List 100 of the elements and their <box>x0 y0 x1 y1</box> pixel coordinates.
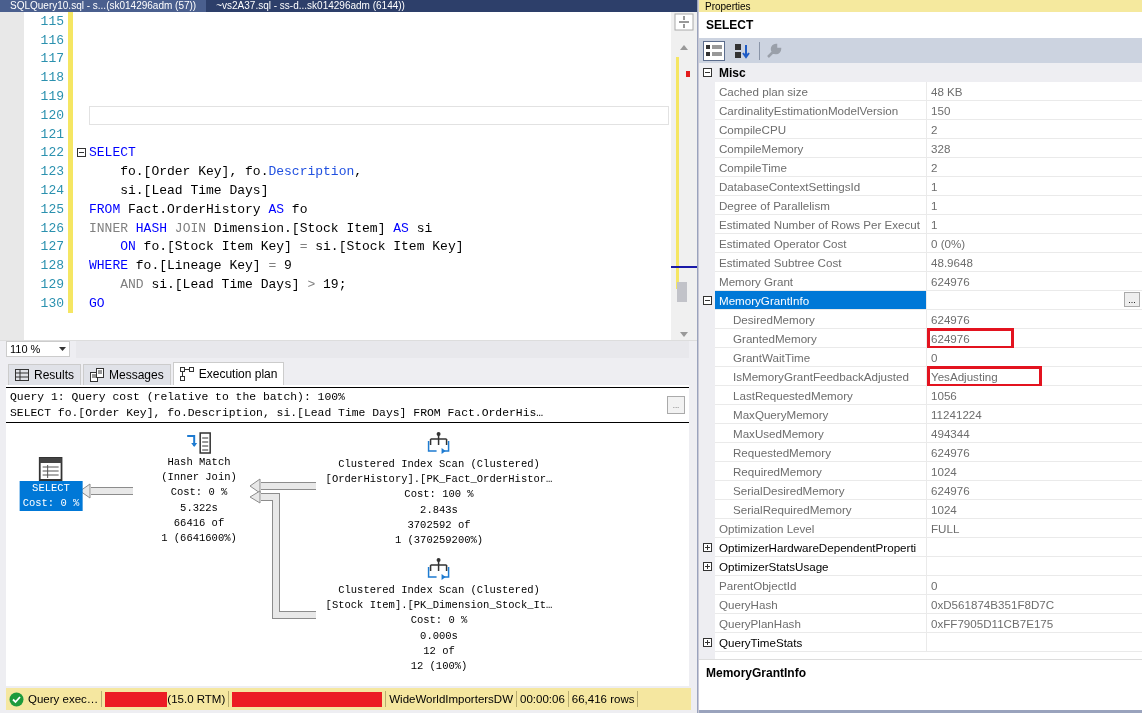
property-name: CompileCPU <box>715 120 927 139</box>
redaction-bar <box>105 691 168 707</box>
status-text: 66,416 rows <box>571 693 635 705</box>
document-tab[interactable]: SQLQuery10.sql - s...(sk014296adm (57)) <box>0 0 207 12</box>
status-text: Query exec… <box>28 693 99 705</box>
property-name: QueryPlanHash <box>715 614 927 633</box>
property-value: FULL <box>931 521 960 535</box>
property-name[interactable]: OptimizerHardwareDependentProperti <box>715 538 927 557</box>
plan-node[interactable]: Clustered Index Scan (Clustered) [OrderHistory].[PK_Fact_OrderHistor… Cost: 100 % 2.843s 3702592 of 1 (370259200%) <box>322 457 556 549</box>
sort-icon <box>734 42 750 59</box>
code-line: si.[Lead Time Days] <box>119 183 269 199</box>
property-name: MaxQueryMemory <box>715 405 927 424</box>
line-number: 130 <box>40 295 64 311</box>
line-number: 127 <box>40 239 64 255</box>
property-value: 0 <box>931 578 938 592</box>
collapse-icon[interactable] <box>76 148 86 158</box>
query-text: Query 1: Query cost (relative to the batch): 100% <box>10 390 346 405</box>
property-value: 1024 <box>931 464 957 478</box>
property-name: Cached plan size <box>715 82 927 101</box>
plan-icon <box>179 367 194 381</box>
property-name: GrantedMemory <box>715 329 927 348</box>
property-name: RequiredMemory <box>715 462 927 481</box>
property-name: LastRequestedMemory <box>715 386 927 405</box>
table-icon <box>39 457 63 481</box>
property-value: 48.9648 <box>931 255 973 269</box>
expand-icon[interactable] <box>702 562 712 571</box>
property-value: 2 <box>931 160 938 174</box>
property-value: 11241224 <box>931 407 982 421</box>
code-line: GO <box>89 295 105 311</box>
line-number: 128 <box>40 258 64 274</box>
property-name[interactable]: OptimizerStatsUsage <box>715 557 927 576</box>
property-value: 328 <box>931 141 951 155</box>
property-name: GrantWaitTime <box>715 348 927 367</box>
collapse-icon[interactable] <box>702 68 712 77</box>
property-value: 1056 <box>931 388 957 402</box>
collapse-icon[interactable] <box>702 296 712 305</box>
check-icon <box>9 691 24 707</box>
line-number: 124 <box>40 183 64 199</box>
property-value: 1 <box>931 179 938 193</box>
result-tab[interactable]: Execution plan <box>172 362 285 385</box>
property-value: 624976 <box>931 483 970 497</box>
horizontal-scrollbar[interactable] <box>76 341 689 358</box>
code-line: AND si.[Lead Time Days] > 19; <box>119 277 347 293</box>
property-value: 48 KB <box>931 84 963 98</box>
property-name: MaxUsedMemory <box>715 424 927 443</box>
property-name: IsMemoryGrantFeedbackAdjusted <box>715 367 927 386</box>
caret-icon <box>59 347 66 351</box>
description-title: MemoryGrantInfo <box>706 666 806 680</box>
line-number: 126 <box>40 220 64 236</box>
document-tab[interactable]: ~vs2A37.sql - ss-d...sk014296adm (6144)) <box>206 0 415 12</box>
ellipsis-button[interactable]: ... <box>1124 292 1140 307</box>
result-tab[interactable]: Messages <box>83 364 171 385</box>
property-name: Estimated Operator Cost <box>715 234 927 253</box>
property-name: ParentObjectId <box>715 576 927 595</box>
code-line: ON fo.[Stock Item Key] = si.[Stock Item Key] <box>119 239 464 255</box>
line-number: 121 <box>40 126 64 142</box>
code-line: WHERE fo.[Lineage Key] = 9 <box>89 258 292 274</box>
property-name: DatabaseContextSettingsId <box>715 177 927 196</box>
property-name[interactable]: MemoryGrantInfo <box>715 291 927 310</box>
result-tab[interactable]: Results <box>8 364 81 385</box>
property-value: 0xD561874B351F8D7C <box>931 597 1055 611</box>
status-text: 00:00:06 <box>520 693 565 705</box>
object-name: SELECT <box>706 18 754 32</box>
property-value: 494344 <box>931 426 970 440</box>
property-name: Estimated Number of Rows Per Execut <box>715 215 927 234</box>
property-name[interactable]: QueryTimeStats <box>715 633 927 652</box>
property-name: RequestedMemory <box>715 443 927 462</box>
grid-icon <box>15 369 29 381</box>
plan-node[interactable]: Clustered Index Scan (Clustered) [Stock Item].[PK_Dimension_Stock_It… Cost: 0 % 0.000s 12 of 12 (100%) <box>322 583 556 675</box>
hash-match-icon <box>186 431 212 455</box>
property-value: 150 <box>931 103 951 117</box>
line-number: 116 <box>40 32 64 48</box>
property-value: 1024 <box>931 502 957 516</box>
code-line: fo.[Order Key], fo.Description, <box>119 164 363 180</box>
line-number: 123 <box>40 164 64 180</box>
panel-title: Properties <box>705 0 751 12</box>
expand-icon[interactable] <box>702 638 712 647</box>
property-name: DesiredMemory <box>715 310 927 329</box>
property-name: CompileTime <box>715 158 927 177</box>
code-line: INNER HASH JOIN Dimension.[Stock Item] AS si <box>89 220 433 236</box>
zoom-dropdown[interactable]: 110 % <box>6 341 70 357</box>
plan-node[interactable]: Hash Match (Inner Join) Cost: 0 % 5.322s 66416 of 1 (6641600%) <box>158 455 240 547</box>
line-number: 117 <box>40 51 64 67</box>
status-text: WideWorldImportersDW <box>389 693 513 705</box>
line-number: 119 <box>40 89 64 105</box>
code-line: FROM Fact.OrderHistory AS fo <box>89 201 308 217</box>
property-name: Memory Grant <box>715 272 927 291</box>
property-name: Estimated Subtree Cost <box>715 253 927 272</box>
line-number: 125 <box>40 201 64 217</box>
property-value: 0xFF7905D11CB7E175 <box>931 616 1054 630</box>
property-name: Degree of Parallelism <box>715 196 927 215</box>
expand-icon[interactable] <box>702 543 712 552</box>
more-button[interactable]: ... <box>667 396 685 414</box>
query-text: SELECT fo.[Order Key], fo.Description, si.[Lead Time Days] FROM Fact.OrderHis… <box>10 406 545 421</box>
line-number: 115 <box>40 13 64 29</box>
plan-node[interactable]: SELECT Cost: 0 % <box>19 481 83 512</box>
property-value: 1 <box>931 198 938 212</box>
line-number: 118 <box>40 70 64 86</box>
categorized-button[interactable] <box>703 40 725 61</box>
property-value: 624976 <box>931 274 970 288</box>
